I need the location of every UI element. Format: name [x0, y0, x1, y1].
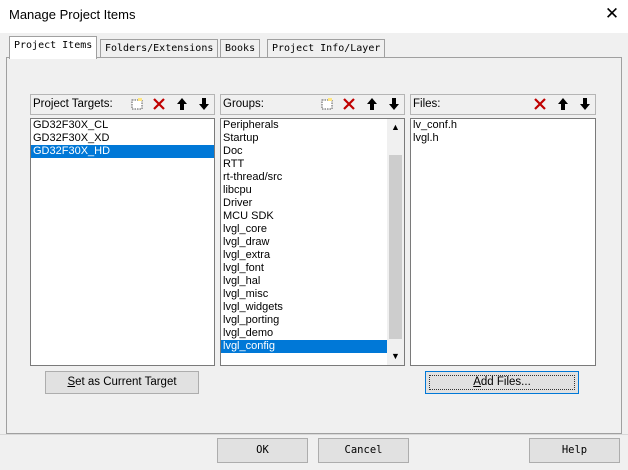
list-item[interactable]: Driver: [221, 197, 387, 210]
cancel-button[interactable]: Cancel: [318, 438, 409, 463]
groups-items: Peripherals Startup Doc RTT rt-thread/sr…: [221, 119, 387, 365]
list-item[interactable]: libcpu: [221, 184, 387, 197]
ok-button[interactable]: OK: [217, 438, 308, 463]
list-item[interactable]: lvgl_demo: [221, 327, 387, 340]
set-current-target-button[interactable]: Set as Current Target: [45, 371, 199, 394]
files-label: Files:: [413, 98, 441, 110]
focus-ring: [429, 375, 575, 390]
list-item[interactable]: lvgl_extra: [221, 249, 387, 262]
new-item-icon[interactable]: [127, 96, 146, 113]
list-item[interactable]: lvgl_porting: [221, 314, 387, 327]
list-item[interactable]: rt-thread/src: [221, 171, 387, 184]
list-item[interactable]: lvgl_hal: [221, 275, 387, 288]
close-icon[interactable]: ✕: [600, 3, 624, 25]
move-down-icon[interactable]: [384, 96, 403, 113]
tab-books[interactable]: Books: [220, 39, 261, 58]
list-item[interactable]: Doc: [221, 145, 387, 158]
list-item[interactable]: lv_conf.h: [411, 119, 595, 132]
files-header: Files:: [410, 94, 596, 115]
move-down-icon[interactable]: [575, 96, 594, 113]
list-item[interactable]: lvgl_misc: [221, 288, 387, 301]
targets-label: Project Targets:: [33, 98, 113, 110]
list-item[interactable]: lvgl_draw: [221, 236, 387, 249]
delete-icon[interactable]: [339, 96, 358, 113]
groups-scrollbar[interactable]: ▲ ▼: [387, 119, 404, 365]
footer-divider: [0, 434, 628, 435]
groups-header: Groups:: [220, 94, 405, 115]
groups-list[interactable]: Peripherals Startup Doc RTT rt-thread/sr…: [220, 118, 405, 366]
add-files-button[interactable]: Add Files...: [425, 371, 579, 394]
move-up-icon[interactable]: [362, 96, 381, 113]
tab-project-info-layer[interactable]: Project Info/Layer: [267, 39, 386, 58]
groups-label: Groups:: [223, 98, 264, 110]
move-down-icon[interactable]: [194, 96, 213, 113]
scroll-thumb[interactable]: [389, 155, 402, 339]
list-item[interactable]: Startup: [221, 132, 387, 145]
tab-project-items[interactable]: Project Items: [9, 36, 98, 59]
help-button[interactable]: Help: [529, 438, 620, 463]
tab-folders-extensions[interactable]: Folders/Extensions: [100, 39, 219, 58]
list-item[interactable]: lvgl_font: [221, 262, 387, 275]
targets-list[interactable]: GD32F30X_CL GD32F30X_XD GD32F30X_HD: [30, 118, 215, 366]
list-item[interactable]: lvgl_core: [221, 223, 387, 236]
delete-icon[interactable]: [149, 96, 168, 113]
list-item[interactable]: lvgl.h: [411, 132, 595, 145]
list-item[interactable]: lvgl_config: [221, 340, 387, 353]
new-item-icon[interactable]: [317, 96, 336, 113]
move-up-icon[interactable]: [172, 96, 191, 113]
list-item[interactable]: Peripherals: [221, 119, 387, 132]
scroll-down-icon[interactable]: ▼: [387, 348, 404, 365]
list-item[interactable]: GD32F30X_CL: [31, 119, 214, 132]
delete-icon[interactable]: [530, 96, 549, 113]
list-item[interactable]: GD32F30X_XD: [31, 132, 214, 145]
window-title: Manage Project Items: [9, 7, 136, 22]
list-item[interactable]: MCU SDK: [221, 210, 387, 223]
list-item[interactable]: RTT: [221, 158, 387, 171]
targets-header: Project Targets:: [30, 94, 215, 115]
move-up-icon[interactable]: [553, 96, 572, 113]
files-list[interactable]: lv_conf.h lvgl.h: [410, 118, 596, 366]
list-item[interactable]: GD32F30X_HD: [31, 145, 214, 158]
list-item[interactable]: lvgl_widgets: [221, 301, 387, 314]
scroll-up-icon[interactable]: ▲: [387, 119, 404, 136]
